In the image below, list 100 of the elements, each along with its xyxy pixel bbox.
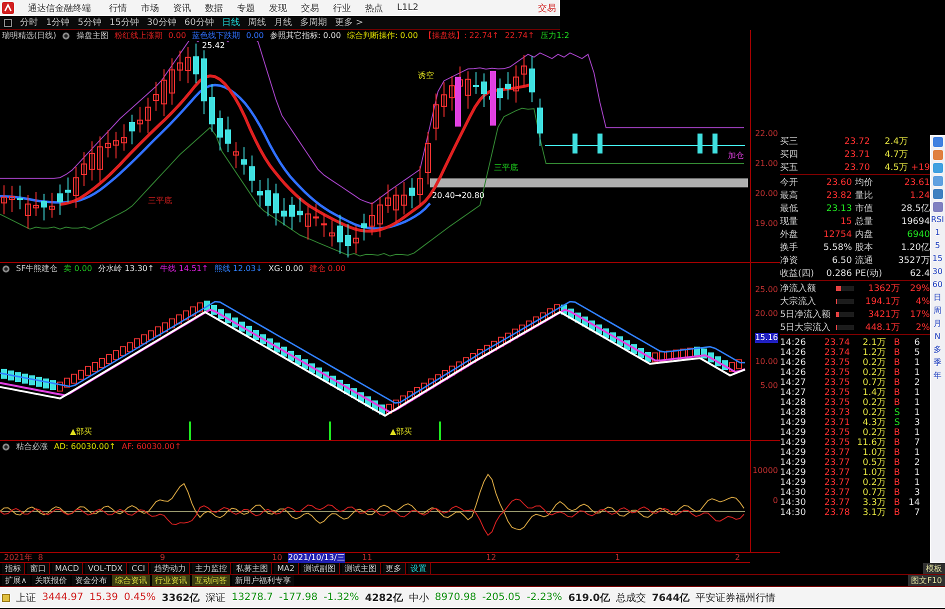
indicator-tab[interactable]: 窗口 [27,563,50,574]
toolbar-button[interactable]: 周 [934,306,942,316]
trade-time: 14:26 [780,348,807,358]
indicator-tab[interactable]: 测试副图 [300,563,340,574]
indicator-value: 压力1:2 [540,30,570,41]
toolbar-button[interactable]: 月 [934,319,942,329]
period-tab[interactable]: 日线 [222,16,240,29]
add-icon[interactable] [62,32,70,40]
stat-value: 23.61 [903,178,930,188]
menu-item[interactable]: 行业 [333,2,351,14]
indicator-tab[interactable]: 测试主图 [342,563,381,574]
indicator-value: 【操盘线】: 22.74↑ [424,30,499,41]
trade-volume: 0.7万 [862,377,886,388]
indicator-value: 综合判断操作: 0.00 [346,30,418,41]
toolbar-button[interactable]: 年 [934,371,942,381]
menu-item[interactable]: 专题 [237,2,255,14]
toolbar-button[interactable]: 60 [932,280,943,290]
toolbar-button[interactable]: 1 [934,228,940,238]
menu-item[interactable]: 行情 [109,2,127,14]
menu-item[interactable]: 热点 [365,2,383,14]
period-tab[interactable]: 1分钟 [46,16,70,29]
indicator-value: 卖 0.00 [64,263,92,274]
period-tab[interactable]: 月线 [274,16,292,29]
trade-side: B [892,448,900,458]
toolbar-button[interactable]: 30 [932,267,943,277]
toolbar-button[interactable]: 多 [934,345,942,355]
f10-button[interactable]: 图文F10 [908,575,945,586]
period-tab[interactable]: 5分钟 [78,16,102,29]
window-icon[interactable] [4,18,12,26]
trade-time: 14:29 [780,468,807,478]
stat-value: 28.5亿 [900,203,930,215]
trade-side: B [892,398,900,408]
indicator-value: 参照其它指标: 0.00 [270,30,341,41]
indicator-value: 0.00 [168,31,186,40]
period-tab[interactable]: 30分钟 [146,16,176,29]
index-name[interactable]: 上证 [16,590,36,604]
menu-item[interactable]: L1L2 [397,3,418,13]
toolbar-button[interactable]: 季 [934,358,942,368]
info-tab[interactable]: 扩展∧ [2,575,30,586]
stat-label: 现量 [780,216,799,228]
trade-side: S [893,408,900,418]
indicator-tab[interactable]: MACD [52,563,83,574]
menu-item[interactable]: 交易 [301,2,319,14]
stat-value: 1.20亿 [900,242,930,254]
info-tab[interactable]: 新用户福利专享 [232,575,294,586]
add-icon[interactable] [2,442,10,450]
trade-price: 23.74 [823,348,850,358]
stat-value: 23.13 [825,204,852,214]
indicator-tab[interactable]: 趋势动力 [151,563,190,574]
index-name[interactable]: 深证 [206,590,226,604]
trade-button[interactable]: 交易 [534,2,560,14]
info-tab[interactable]: 资金分布 [72,575,110,586]
trade-price: 23.75 [823,358,850,368]
info-tab[interactable]: 互动问答 [192,575,230,586]
indicator-tab[interactable]: 主力监控 [192,563,232,574]
bid-price: 23.72 [843,136,870,146]
indicator-tab[interactable]: 私募主图 [233,563,272,574]
axis-label: 19.00 [755,219,778,229]
indicator-tab[interactable]: 设置 [408,563,431,574]
trade-count: 1 [913,358,920,368]
period-tab[interactable]: 分时 [20,16,38,29]
menu-item[interactable]: 市场 [141,2,159,14]
period-tab[interactable]: 多周期 [300,16,327,29]
info-tab[interactable]: 关联报价 [32,575,70,586]
trade-price: 23.75 [823,438,850,448]
add-icon[interactable] [2,264,10,272]
trade-count: 7 [913,438,920,448]
indicator-tab[interactable]: 指标 [2,563,25,574]
indicator-value: 蓝色线下跌期 [192,30,240,41]
index-name[interactable]: 中小 [408,590,429,604]
toolbar-button[interactable]: RSI [931,215,944,225]
indicator-tab[interactable]: 更多 [382,563,406,574]
trade-count: 2 [913,458,920,468]
axis-label: 15.16 [755,333,778,343]
period-tab[interactable]: 60分钟 [184,16,214,29]
chart-annotation: 诱空 [418,71,434,80]
trade-volume: 2.1万 [862,337,886,348]
toolbar-button[interactable]: 5 [934,241,940,251]
stat-label: 净资 [780,254,799,267]
toolbar-button[interactable]: 日 [934,293,942,303]
trade-time: 14:29 [780,448,807,458]
period-tab[interactable]: 更多 > [334,16,364,29]
menu-item[interactable]: 发现 [269,2,287,14]
info-tab[interactable]: 行业资讯 [152,575,190,586]
indicator-tab[interactable]: VOL-TDX [84,563,127,574]
period-tab[interactable]: 15分钟 [109,16,139,29]
indicator-tab[interactable]: MA2 [274,563,299,574]
trade-volume: 1.0万 [862,467,886,478]
trade-time: 14:26 [780,368,807,378]
info-tab[interactable]: 综合资讯 [112,575,150,586]
period-tab[interactable]: 周线 [248,16,266,29]
template-button[interactable]: 模板 [923,563,945,574]
menu-item[interactable]: 数据 [205,2,223,14]
signal-line [329,422,331,440]
menu-item[interactable]: 资讯 [173,2,191,14]
indicator-tab[interactable]: CCI [128,563,150,574]
toolbar-button[interactable]: 15 [932,254,943,264]
toolbar-button[interactable]: N [934,332,940,342]
axis-label: 22.00 [755,129,778,139]
indicator-value: 0.00 [246,31,264,40]
